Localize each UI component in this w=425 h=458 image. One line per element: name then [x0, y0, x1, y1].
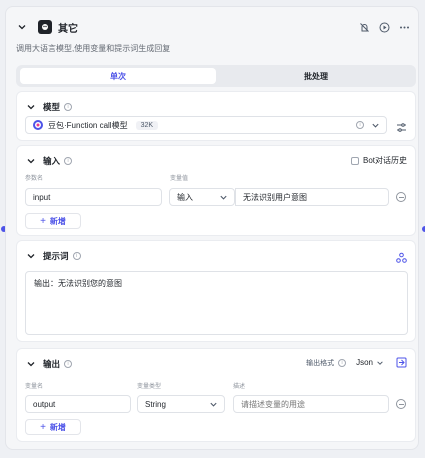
prompt-collapse-chevron-icon[interactable]: [25, 250, 37, 262]
input-value-field[interactable]: 无法识别用户意图: [235, 188, 389, 206]
prompt-panel: 提示词 i 输出：无法识别您的意图: [16, 240, 416, 342]
tab-batch[interactable]: 批处理: [220, 68, 412, 84]
chevron-down-icon: [219, 193, 228, 204]
add-input-button[interactable]: + 新增: [25, 213, 81, 229]
remove-row-icon[interactable]: [396, 399, 406, 409]
output-format-select[interactable]: Json: [356, 358, 384, 367]
more-icon[interactable]: [398, 21, 410, 33]
output-section-title: 输出: [43, 359, 61, 369]
param-name-header: 参数名: [25, 176, 44, 182]
output-type-select[interactable]: String: [137, 395, 225, 413]
var-name-header: 变量名: [25, 384, 44, 390]
collapse-chevron-icon[interactable]: [16, 21, 28, 33]
llm-node-icon: [38, 20, 52, 34]
add-input-label: 新增: [49, 216, 66, 226]
export-icon[interactable]: [396, 357, 407, 368]
remove-row-icon[interactable]: [396, 192, 406, 202]
debug-off-icon[interactable]: [358, 21, 370, 33]
model-panel: 模型 i 豆包·Function call模型 32K i: [16, 91, 416, 141]
add-output-label: 新增: [49, 422, 66, 432]
input-type-select[interactable]: 输入: [169, 188, 235, 206]
node-description: 调用大语言模型,使用变量和提示词生成回复: [16, 44, 171, 53]
var-type-header: 变量类型: [137, 384, 162, 390]
prompt-textarea[interactable]: 输出：无法识别您的意图: [25, 271, 408, 335]
tab-single[interactable]: 单次: [20, 68, 216, 84]
output-type-value: String: [145, 399, 166, 409]
mode-tabs: 单次 批处理: [16, 65, 416, 87]
output-var-name-field[interactable]: output: [25, 395, 131, 413]
run-play-icon[interactable]: [378, 21, 390, 33]
input-param-name-field[interactable]: input: [25, 188, 162, 206]
chevron-down-icon: [377, 360, 383, 365]
output-format-label: 输出格式: [306, 359, 335, 367]
input-panel: 输入 i Bot对话历史 参数名 变量值 input 输入 无法识别用户意图 +…: [16, 145, 416, 236]
prompt-section-title: 提示词: [43, 251, 69, 261]
bot-history-label: Bot对话历史: [362, 156, 407, 165]
output-description-input[interactable]: [233, 395, 389, 413]
model-select[interactable]: 豆包·Function call模型 32K i: [25, 116, 387, 134]
output-panel: 输出 i 输出格式 i Json 变量名 变量类型 描述 output Stri…: [16, 348, 416, 442]
format-info-icon: i: [338, 358, 347, 367]
info-icon: i: [64, 157, 73, 165]
info-icon: i: [72, 252, 81, 260]
chevron-down-icon: [209, 400, 218, 411]
variable-value-header: 变量值: [170, 176, 189, 182]
chevron-down-icon: [371, 121, 380, 132]
description-header: 描述: [233, 384, 246, 390]
info-icon: i: [64, 103, 73, 111]
info-icon: i: [64, 360, 73, 368]
output-format-value: Json: [356, 358, 373, 367]
node-header: 其它: [16, 16, 410, 38]
node-title: 其它: [58, 23, 78, 35]
plus-icon: +: [40, 421, 46, 433]
bot-history-checkbox[interactable]: [350, 156, 359, 165]
llm-node-card: 其它 调用大语言模型,使用变量和提示词生成回复 单次 批处理 模型 i 豆包·F…: [5, 6, 419, 450]
context-badge: 32K: [135, 120, 159, 130]
plus-icon: +: [40, 215, 46, 227]
input-collapse-chevron-icon[interactable]: [25, 155, 37, 167]
model-info-icon[interactable]: i: [356, 121, 364, 129]
input-type-value: 输入: [177, 192, 193, 202]
output-collapse-chevron-icon[interactable]: [25, 358, 37, 370]
model-section-title: 模型: [43, 102, 61, 112]
model-collapse-chevron-icon[interactable]: [25, 101, 37, 113]
prompt-library-icon[interactable]: [396, 250, 407, 268]
doubao-logo-icon: [33, 120, 43, 130]
add-output-button[interactable]: + 新增: [25, 419, 81, 435]
settings-sliders-icon[interactable]: [396, 120, 407, 138]
model-name: 豆包·Function call模型: [48, 120, 128, 130]
input-section-title: 输入: [43, 156, 61, 166]
